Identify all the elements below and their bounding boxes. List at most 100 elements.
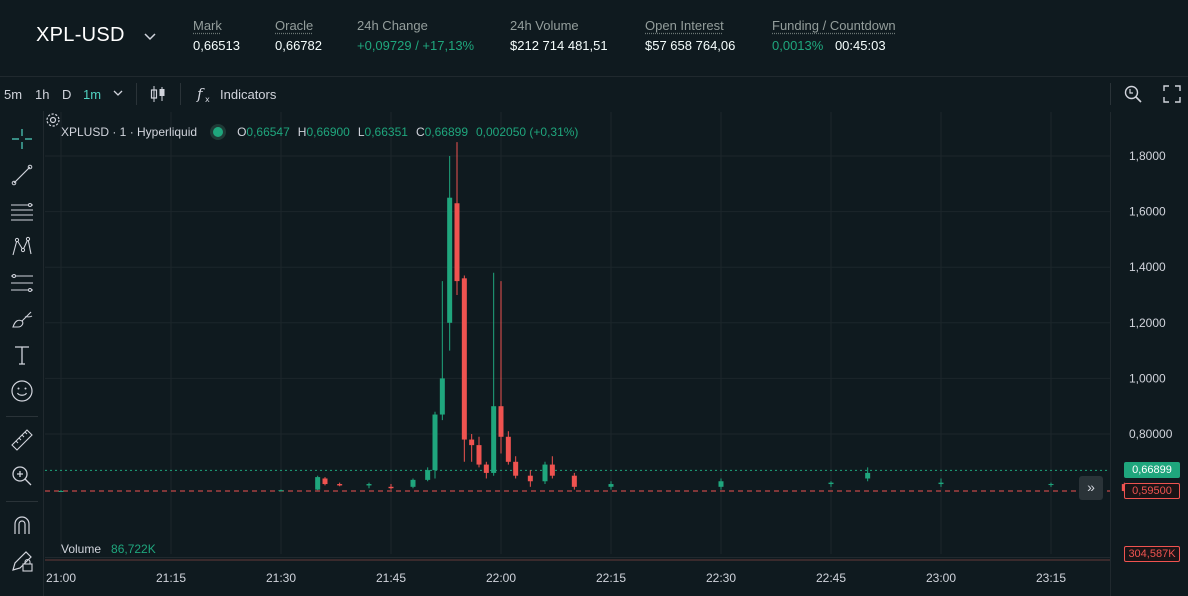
timeframe-1h[interactable]: 1h [35, 87, 49, 102]
toolbar-divider [136, 83, 137, 105]
legend-c-label: C [415, 125, 425, 139]
lock-pencil-icon[interactable] [10, 549, 34, 573]
stat-value: $57 658 764,06 [645, 38, 736, 53]
candle-body [439, 378, 445, 415]
stat-oracle: Oracle 0,66782 [275, 18, 322, 53]
emoji-icon[interactable] [10, 379, 34, 403]
gear-icon[interactable] [45, 112, 61, 128]
candle-body [549, 464, 555, 476]
stat-value: $212 714 481,51 [510, 38, 608, 53]
scroll-to-realtime-button[interactable]: » [1079, 476, 1103, 500]
timeframe-1m[interactable]: 1m [83, 87, 101, 102]
candle-body [491, 406, 497, 473]
candle-body [278, 490, 284, 492]
legend-title: XPLUSD · 1 · Hyperliquid [61, 125, 198, 139]
y-tick-label: 1,2000 [1129, 316, 1166, 330]
y-tick-label: 1,8000 [1129, 149, 1166, 163]
candle-body [388, 486, 394, 489]
legend-high: 0,66900 [306, 125, 350, 139]
fib-icon[interactable] [10, 271, 34, 295]
legend-low: 0,66351 [364, 125, 408, 139]
candle-body [410, 479, 416, 487]
chart-legend: XPLUSD · 1 · Hyperliquid O0,66547 H0,669… [61, 125, 578, 139]
candle-body [527, 475, 533, 482]
stat-label[interactable]: Mark [193, 18, 240, 33]
stat-label: 24h Volume [510, 18, 579, 33]
y-tick-label: 1,4000 [1129, 260, 1166, 274]
timeframe-5m[interactable]: 5m [4, 87, 22, 102]
quick-search-icon[interactable] [1123, 84, 1143, 104]
stat-label[interactable]: Oracle [275, 18, 322, 33]
candle-body [1048, 484, 1054, 486]
candle-body [366, 484, 372, 486]
x-tick-label: 21:15 [156, 571, 186, 585]
candle-body [571, 475, 577, 487]
svg-text:x: x [205, 95, 210, 104]
zoom-in-icon[interactable] [10, 464, 34, 488]
stat-value: 0,66513 [193, 38, 240, 53]
funding-countdown: 00:45:03 [834, 38, 886, 53]
candle-body [337, 484, 343, 486]
trend-line-icon[interactable] [10, 163, 34, 187]
stat-24h-change: 24h Change +0,09729 / +17,13% [357, 18, 474, 53]
stat-label[interactable]: Funding / Countdown [772, 18, 896, 33]
legend-l-label: L [357, 125, 365, 139]
symbol-selector[interactable]: XPL-USD [36, 24, 157, 47]
pattern-icon[interactable] [10, 235, 34, 259]
candlestick-type-icon[interactable] [148, 84, 168, 104]
legend-change: 0,002050 (+0,31%) [476, 125, 579, 139]
candle-body [498, 406, 504, 437]
candle-body [542, 464, 548, 482]
chart-canvas[interactable]: 1,8000 1,6000 1,4000 1,2000 1,0000 0,80000 21:… [45, 112, 1188, 596]
x-tick-label: 21:30 [266, 571, 296, 585]
candle-body [432, 414, 438, 471]
market-header: XPL-USD Mark 0,66513 Oracle 0,66782 24h … [0, 0, 1188, 76]
candle-body [718, 481, 724, 487]
candle-body [447, 197, 453, 323]
rail-divider [6, 501, 38, 502]
legend-close: 0,66899 [424, 125, 468, 139]
x-tick-label: 22:15 [596, 571, 626, 585]
candle-body [58, 490, 64, 492]
x-tick-label: 23:00 [926, 571, 956, 585]
magnet-icon[interactable] [10, 513, 34, 537]
chart-toolbar: 5m 1h D 1m f x Indicators [0, 76, 1188, 111]
candle-body [513, 461, 519, 476]
price-chart[interactable]: 1,8000 1,6000 1,4000 1,2000 1,0000 0,80000 21:… [45, 112, 1188, 596]
stat-funding: Funding / Countdown 0,0013% 00:45:03 [772, 18, 896, 53]
legend-open: 0,66547 [246, 125, 290, 139]
ruler-icon[interactable] [10, 428, 34, 452]
timeframe-d[interactable]: D [62, 87, 71, 102]
candle-body [865, 472, 871, 479]
volume-legend: Volume 86,722K [61, 542, 156, 556]
volume-axis-tag: 304,587K [1124, 546, 1180, 562]
line-price-tag: 0,59500 [1124, 482, 1180, 499]
candle-body [608, 484, 614, 487]
stat-mark: Mark 0,66513 [193, 18, 240, 53]
brush-icon[interactable] [10, 307, 34, 331]
y-tick-label: 1,6000 [1129, 205, 1166, 219]
y-tick-label: 1,0000 [1129, 371, 1166, 385]
text-icon[interactable] [10, 343, 34, 367]
chevron-down-icon [144, 32, 156, 40]
toolbar-divider [1110, 83, 1111, 105]
legend-o-label: O [237, 125, 247, 139]
stat-24h-volume: 24h Volume $212 714 481,51 [510, 18, 608, 53]
fullscreen-icon[interactable] [1162, 84, 1182, 104]
candle-body [461, 278, 467, 440]
candle-body [469, 439, 475, 446]
crosshair-icon[interactable] [10, 127, 34, 151]
drawing-tools-rail [0, 111, 44, 596]
stat-value: 0,66782 [275, 38, 322, 53]
candle-body [315, 477, 321, 490]
stat-label[interactable]: Open Interest [645, 18, 735, 33]
indicators-button[interactable]: Indicators [220, 87, 276, 102]
chevron-down-icon[interactable] [112, 87, 124, 99]
candle-body [505, 436, 511, 462]
function-icon[interactable]: f x [195, 84, 215, 104]
x-tick-label: 22:00 [486, 571, 516, 585]
horizontal-lines-icon[interactable] [10, 199, 34, 223]
stat-label: 24h Change [357, 18, 428, 33]
y-tick-label: 0,80000 [1129, 427, 1173, 441]
market-status-dot [213, 127, 224, 137]
